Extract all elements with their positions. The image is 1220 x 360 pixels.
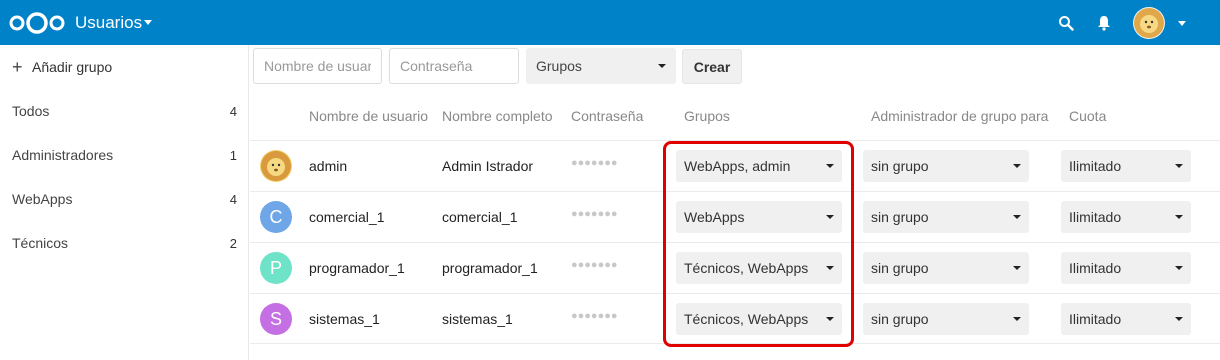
sidebar-item-count: 4 [229,103,237,119]
subadmin-select[interactable]: sin grupo [863,150,1029,182]
table-row: S sistemas_1 sistemas_1 ●●●●●●● Técnicos… [250,293,1220,344]
quota-select-label: Ilimitado [1069,158,1122,174]
subadmin-select[interactable]: sin grupo [863,201,1029,233]
column-header-username[interactable]: Nombre de usuario [309,108,428,124]
plus-icon: + [12,57,23,77]
sidebar-item-count: 4 [229,191,237,207]
chevron-down-icon [826,317,834,321]
column-header-quota: Cuota [1069,108,1107,124]
username-input[interactable] [253,48,382,84]
quota-select-label: Ilimitado [1069,260,1122,276]
add-group-button[interactable]: + Añadir grupo [12,58,112,76]
sidebar-item-todos[interactable]: Todos 4 [0,91,249,131]
sidebar-item-count: 1 [229,147,237,163]
chevron-down-icon [1175,215,1183,219]
sidebar-item-label: Todos [12,103,50,119]
lion-avatar-icon [261,151,291,181]
subadmin-select-label: sin grupo [871,158,929,174]
subadmin-select-label: sin grupo [871,311,929,327]
user-avatar: C [260,201,292,233]
sidebar-item-count: 2 [229,235,237,251]
chevron-down-icon [1175,317,1183,321]
chevron-down-icon [1013,266,1021,270]
user-avatar: P [260,252,292,284]
bell-icon[interactable] [1097,15,1111,31]
fullname-cell[interactable]: programador_1 [442,260,538,276]
sidebar-item-label: Técnicos [12,235,69,251]
add-group-label: Añadir grupo [32,59,113,75]
chevron-down-icon [1013,317,1021,321]
groups-select-label: WebApps [684,209,745,225]
groups-select-label: WebApps, admin [684,158,791,174]
username-cell: admin [309,158,348,174]
username-cell: sistemas_1 [309,311,380,327]
user-avatar[interactable] [1133,7,1165,39]
groups-select[interactable]: Técnicos, WebApps [676,303,842,335]
password-cell[interactable]: ●●●●●●● [571,259,618,271]
column-header-groups: Grupos [684,108,730,124]
groups-sidebar: + Añadir grupo Todos 4 Administradores 1… [0,45,249,360]
username-cell: comercial_1 [309,209,385,225]
subadmin-select-label: sin grupo [871,209,929,225]
user-avatar: S [260,303,292,335]
quota-select[interactable]: Ilimitado [1061,252,1191,284]
quota-select[interactable]: Ilimitado [1061,201,1191,233]
top-header: Usuarios [0,0,1220,45]
groups-select[interactable]: Grupos [526,48,676,84]
chevron-down-icon [826,215,834,219]
quota-select[interactable]: Ilimitado [1061,303,1191,335]
app-menu-chevron-down-icon[interactable] [144,20,152,25]
chevron-down-icon [1175,266,1183,270]
users-main: Grupos Crear Nombre de usuario Nombre co… [250,45,1220,360]
groups-select-label: Grupos [536,58,582,74]
quota-select-label: Ilimitado [1069,311,1122,327]
subadmin-select[interactable]: sin grupo [863,303,1029,335]
chevron-down-icon [1013,164,1021,168]
subadmin-select[interactable]: sin grupo [863,252,1029,284]
chevron-down-icon [658,64,666,68]
groups-select[interactable]: WebApps [676,201,842,233]
table-row: P programador_1 programador_1 ●●●●●●● Té… [250,242,1220,293]
column-header-password: Contraseña [571,108,644,124]
password-cell[interactable]: ●●●●●●● [571,310,618,322]
app-title[interactable]: Usuarios [75,13,142,33]
groups-select[interactable]: WebApps, admin [676,150,842,182]
password-cell[interactable]: ●●●●●●● [571,208,618,220]
fullname-cell[interactable]: Admin Istrador [442,158,533,174]
chevron-down-icon [826,164,834,168]
subadmin-select-label: sin grupo [871,260,929,276]
sidebar-item-administradores[interactable]: Administradores 1 [0,135,249,175]
password-input[interactable] [389,48,519,84]
sidebar-item-label: WebApps [12,191,73,207]
groups-select-label: Técnicos, WebApps [684,260,809,276]
groups-select-label: Técnicos, WebApps [684,311,809,327]
username-cell: programador_1 [309,260,405,276]
sidebar-item-webapps[interactable]: WebApps 4 [0,179,249,219]
chevron-down-icon [1013,215,1021,219]
search-icon[interactable] [1058,15,1074,31]
sidebar-item-tecnicos[interactable]: Técnicos 2 [0,223,249,263]
lion-avatar-icon [1134,8,1164,38]
quota-select[interactable]: Ilimitado [1061,150,1191,182]
user-menu-chevron-down-icon[interactable] [1178,21,1186,26]
nextcloud-logo-icon[interactable] [9,12,65,34]
chevron-down-icon [1175,164,1183,168]
sidebar-item-label: Administradores [12,147,114,163]
user-avatar [260,150,292,182]
groups-select[interactable]: Técnicos, WebApps [676,252,842,284]
create-user-button[interactable]: Crear [682,49,742,84]
fullname-cell[interactable]: sistemas_1 [442,311,513,327]
fullname-cell[interactable]: comercial_1 [442,209,517,225]
chevron-down-icon [826,266,834,270]
column-header-fullname[interactable]: Nombre completo [442,108,553,124]
password-cell[interactable]: ●●●●●●● [571,157,618,169]
table-row: C comercial_1 comercial_1 ●●●●●●● WebApp… [250,191,1220,242]
quota-select-label: Ilimitado [1069,209,1122,225]
table-row: admin Admin Istrador ●●●●●●● WebApps, ad… [250,140,1220,191]
column-header-subadmin: Administrador de grupo para [871,108,1049,124]
